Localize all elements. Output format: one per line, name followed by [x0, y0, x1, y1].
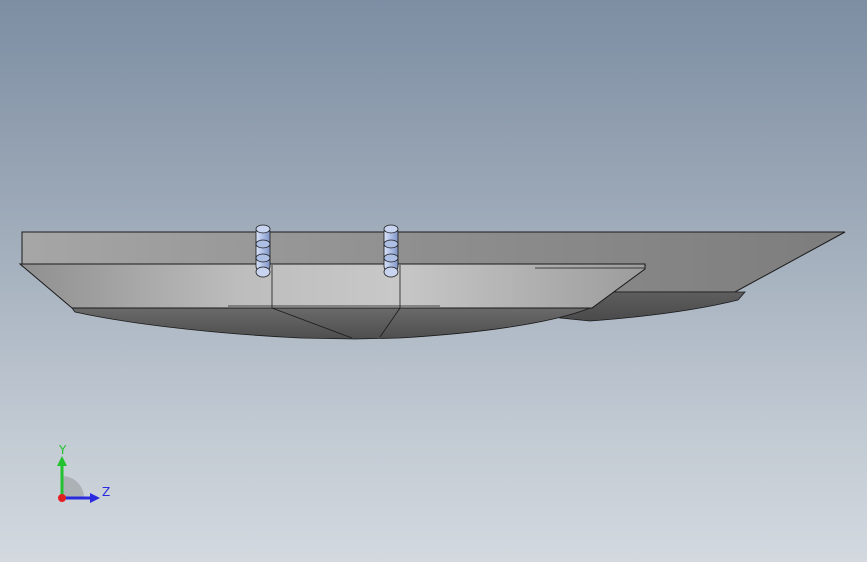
pin-left[interactable]: [255, 224, 271, 278]
front-hull-bottom[interactable]: [71, 307, 591, 340]
triad-z-arrow: [90, 493, 100, 503]
front-hull-side[interactable]: [18, 263, 646, 309]
triad-y-arrow: [57, 456, 67, 466]
triad-quadrant-shade: [62, 476, 84, 498]
graphics-viewport[interactable]: Y Z: [0, 0, 867, 562]
reference-triad[interactable]: Y Z: [40, 438, 130, 518]
boat-hull-model[interactable]: [0, 0, 867, 562]
pin-right[interactable]: [383, 224, 399, 278]
triad-z-label: Z: [102, 485, 111, 499]
triad-x-axis-dot: [58, 494, 66, 502]
triad-y-label: Y: [59, 443, 67, 457]
